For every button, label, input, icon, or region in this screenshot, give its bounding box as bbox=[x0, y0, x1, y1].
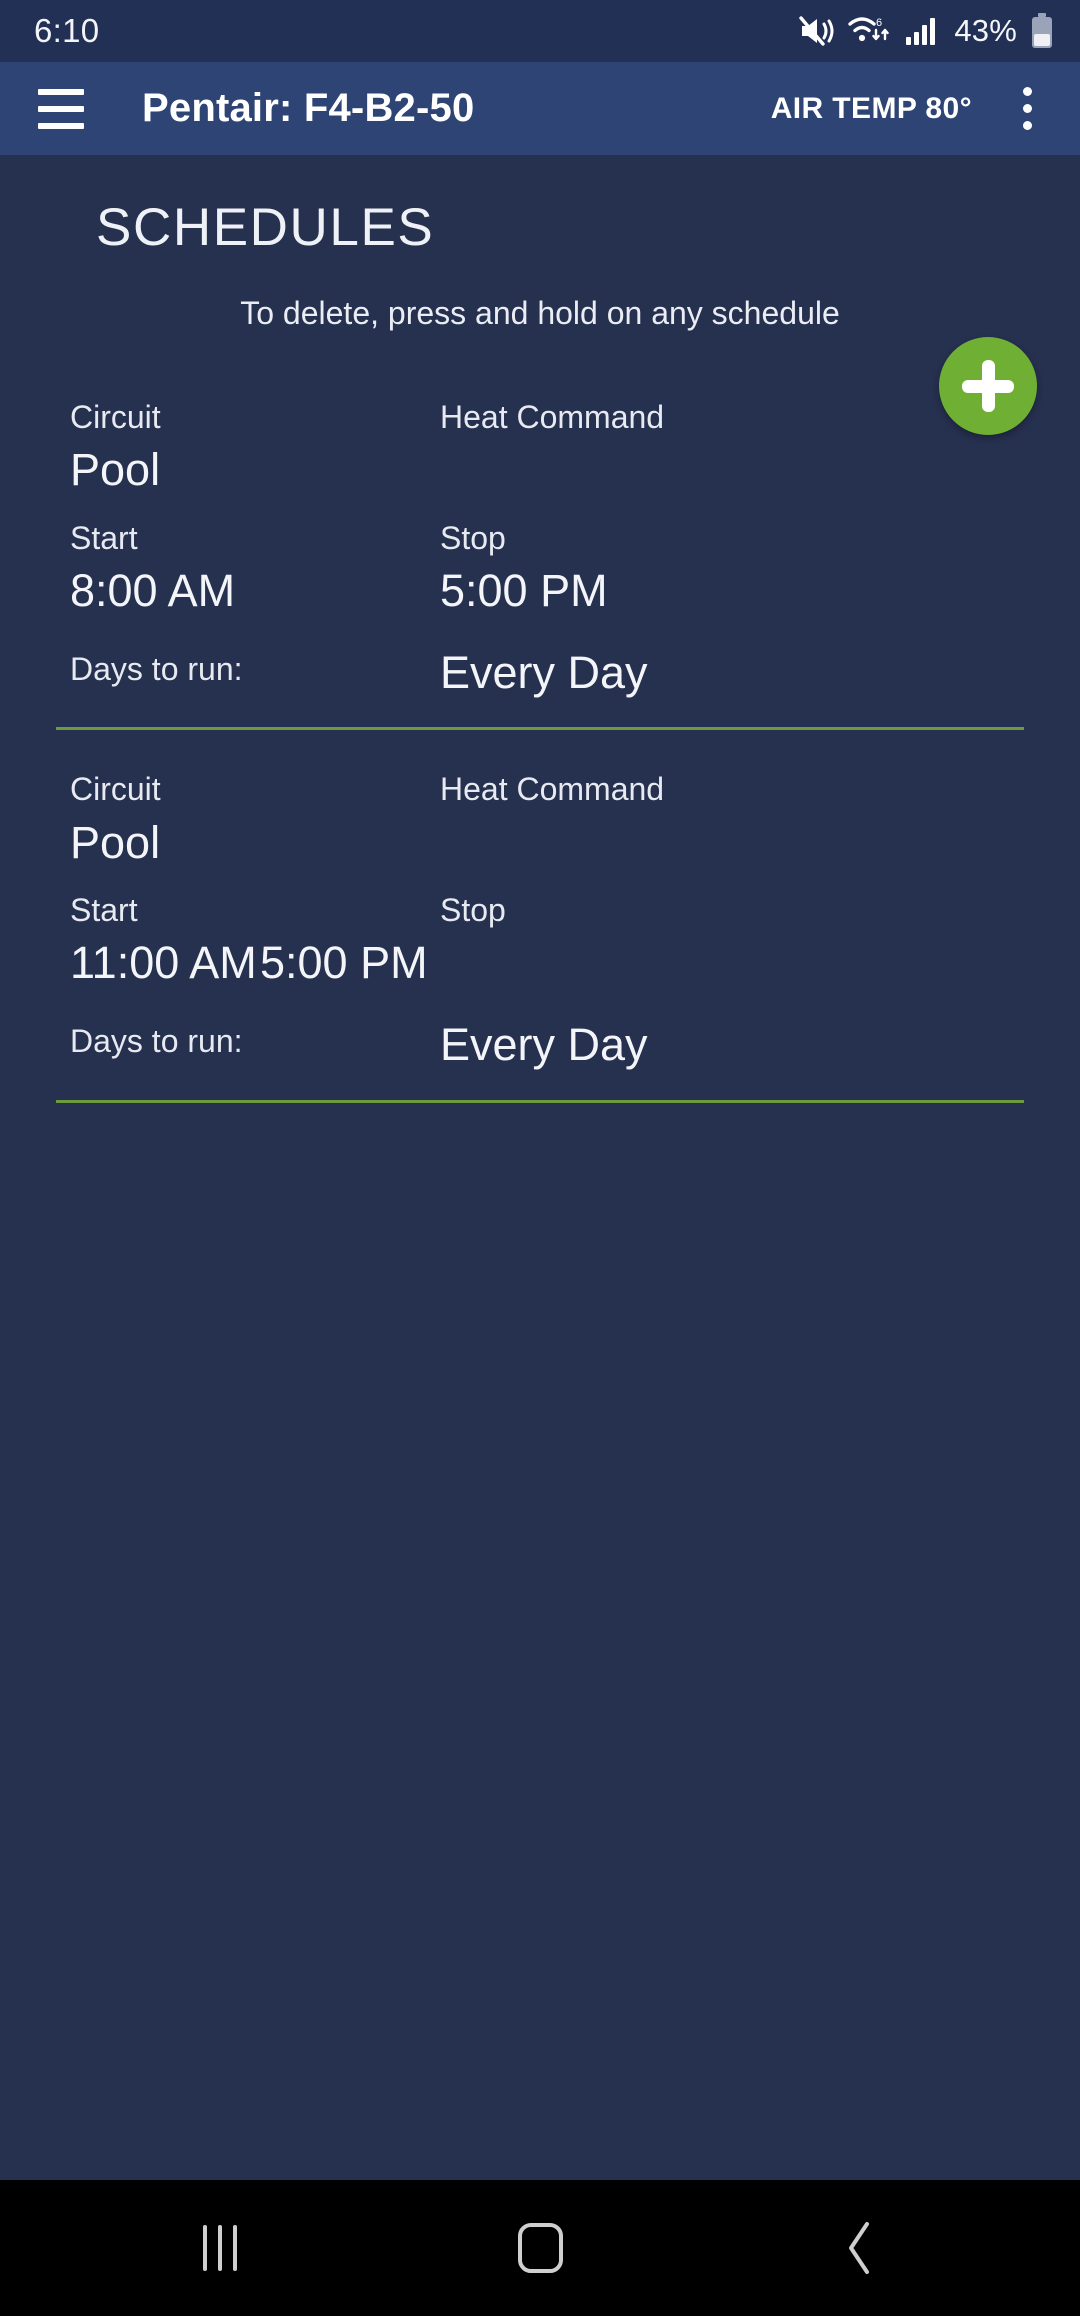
circuit-label: Circuit bbox=[70, 771, 161, 808]
air-temp-label: AIR TEMP 80° bbox=[770, 91, 972, 125]
days-to-run-label: Days to run: bbox=[70, 1023, 243, 1060]
page-title: SCHEDULES bbox=[96, 198, 435, 257]
stop-time-value: 5:00 PM bbox=[440, 565, 608, 617]
add-schedule-button[interactable] bbox=[939, 337, 1037, 435]
start-time-value: 11:00 AM bbox=[70, 937, 257, 989]
days-to-run-value: Every Day bbox=[440, 646, 648, 698]
plus-icon-vertical bbox=[981, 360, 995, 412]
days-to-run-value: Every Day bbox=[440, 1019, 648, 1071]
start-time-value: 8:00 AM bbox=[70, 565, 236, 617]
stop-label: Stop bbox=[440, 520, 506, 557]
start-label: Start bbox=[70, 892, 138, 929]
phone-screen: 6:10 6 43% Pentair: F4-B2-50 AIR TEMP 80… bbox=[0, 0, 1080, 2316]
battery-percent-label: 43% bbox=[954, 13, 1017, 48]
battery-icon bbox=[1030, 13, 1054, 49]
heat-command-value bbox=[440, 814, 1024, 872]
start-label: Start bbox=[70, 520, 138, 557]
back-button[interactable] bbox=[785, 2198, 935, 2298]
schedule-divider bbox=[56, 1099, 1024, 1103]
cellular-signal-icon bbox=[905, 16, 939, 46]
back-icon bbox=[843, 2220, 877, 2276]
page-header: SCHEDULES To delete, press and hold on a… bbox=[0, 155, 1080, 332]
schedule-row[interactable]: Circuit Heat Command Pool Start Stop 11:… bbox=[0, 730, 1080, 1103]
mute-icon bbox=[799, 15, 835, 47]
android-nav-bar bbox=[0, 2180, 1080, 2316]
status-icons: 6 43% bbox=[799, 13, 1054, 49]
heat-command-value bbox=[440, 441, 1024, 499]
svg-text:6: 6 bbox=[876, 17, 882, 29]
stop-time-value: 5:00 PM bbox=[260, 937, 428, 989]
circuit-value: Pool bbox=[70, 816, 161, 868]
days-to-run-label: Days to run: bbox=[70, 651, 243, 688]
hamburger-menu-icon[interactable] bbox=[30, 78, 92, 140]
heat-command-label: Heat Command bbox=[440, 399, 665, 436]
content-area: SCHEDULES To delete, press and hold on a… bbox=[0, 155, 1080, 2180]
delete-hint-text: To delete, press and hold on any schedul… bbox=[240, 295, 840, 332]
schedule-list: Circuit Heat Command Pool Start Stop 8:0… bbox=[0, 396, 1080, 1103]
heat-command-label: Heat Command bbox=[440, 771, 665, 808]
home-button[interactable] bbox=[465, 2198, 615, 2298]
home-icon bbox=[517, 2223, 563, 2273]
status-clock: 6:10 bbox=[34, 12, 100, 49]
recents-icon bbox=[203, 2225, 237, 2271]
wifi-6-icon: 6 bbox=[848, 14, 892, 48]
circuit-label: Circuit bbox=[70, 399, 161, 436]
app-title: Pentair: F4-B2-50 bbox=[142, 86, 475, 130]
circuit-value: Pool bbox=[70, 444, 161, 496]
recents-button[interactable] bbox=[145, 2198, 295, 2298]
kebab-menu-icon[interactable] bbox=[996, 78, 1058, 140]
app-bar: Pentair: F4-B2-50 AIR TEMP 80° bbox=[0, 62, 1080, 155]
schedule-row[interactable]: Circuit Heat Command Pool Start Stop 8:0… bbox=[0, 396, 1080, 731]
status-bar: 6:10 6 43% bbox=[0, 0, 1080, 62]
stop-label: Stop bbox=[440, 892, 506, 929]
